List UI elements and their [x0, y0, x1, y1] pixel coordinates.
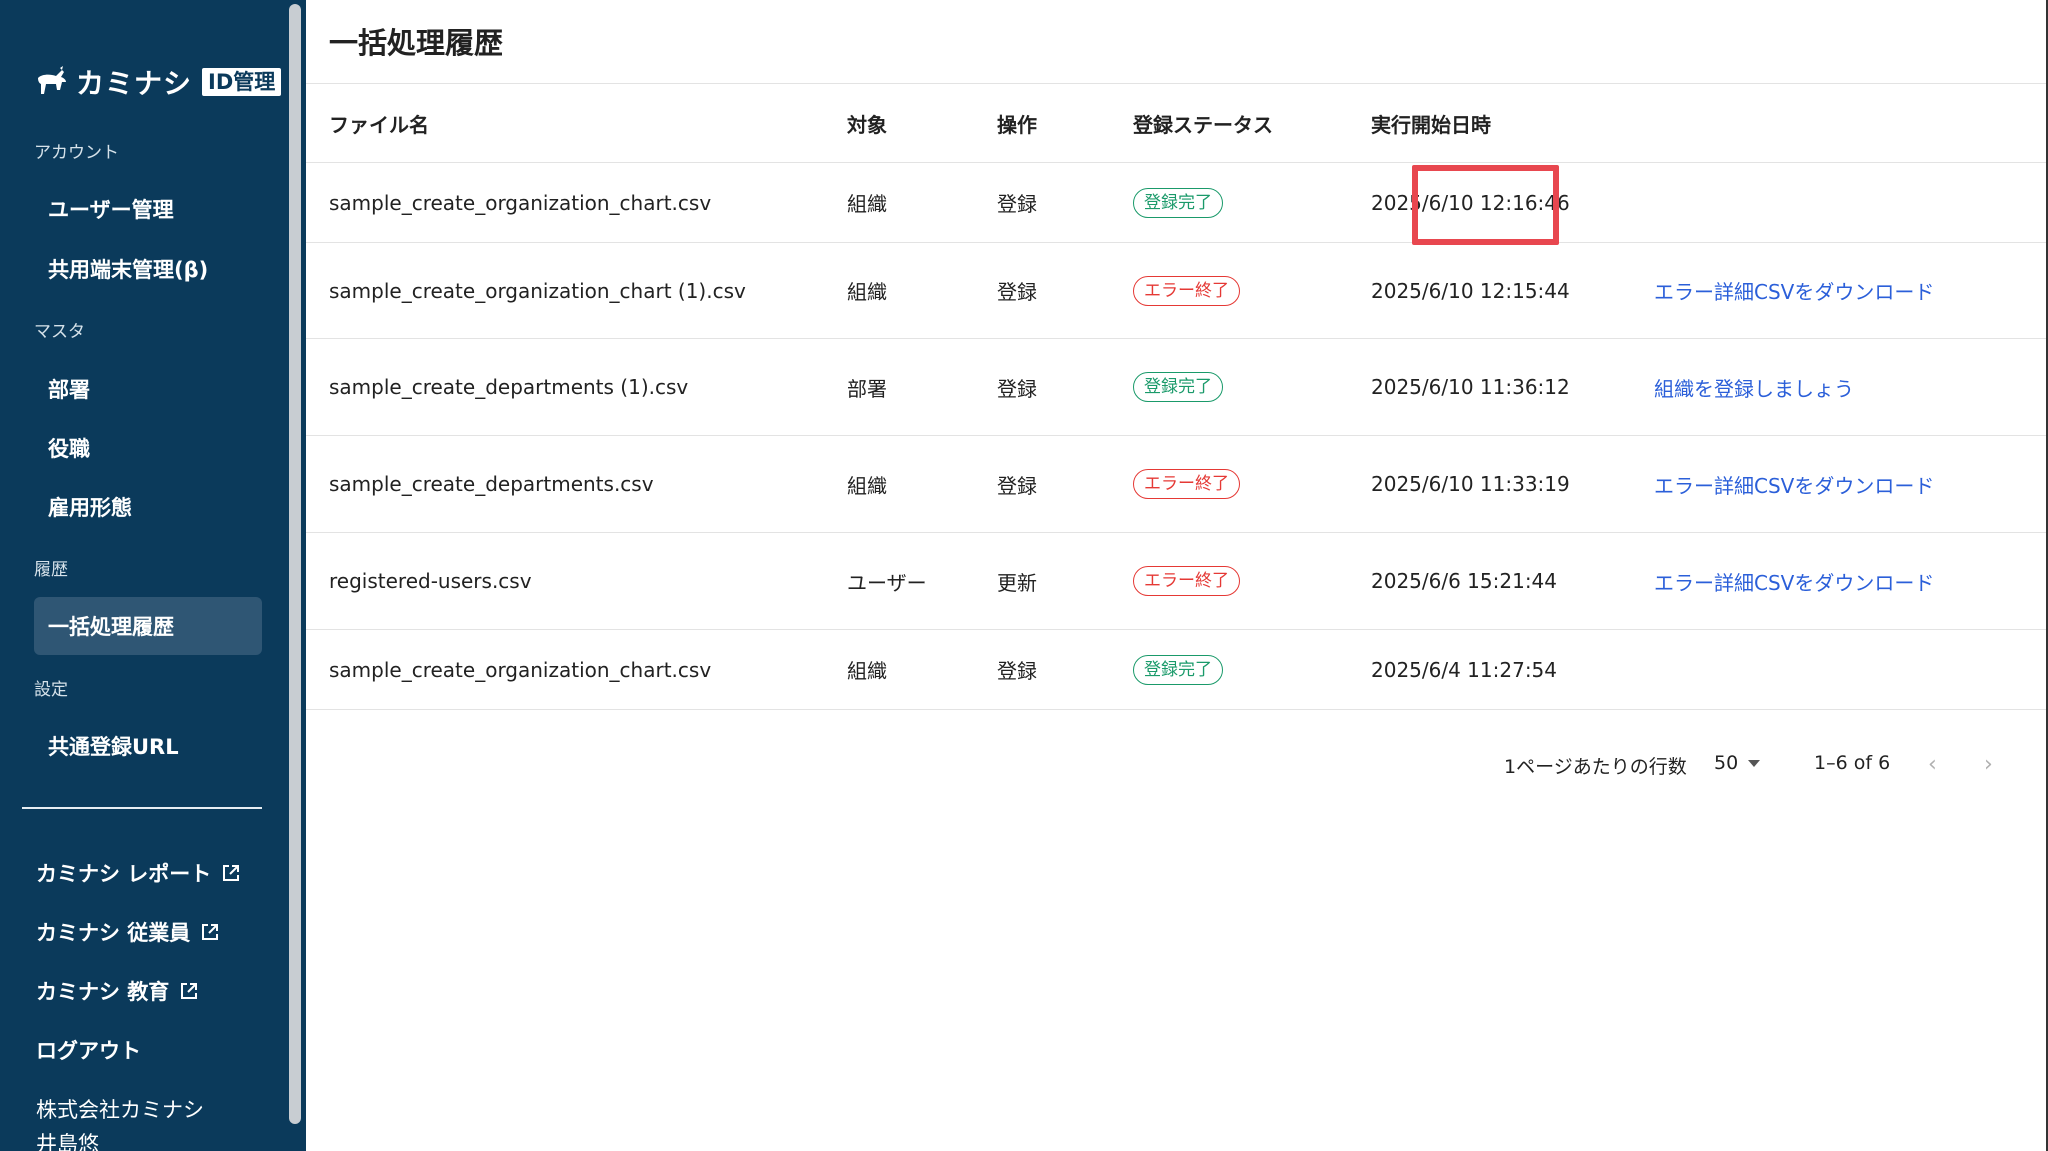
- cell-start-date: 2025/6/6 15:21:44: [1371, 569, 1558, 593]
- section-label-master: マスタ: [34, 322, 85, 342]
- sidebar-item-common-registration-url[interactable]: 共通登録URL: [34, 717, 262, 775]
- cell-file-name: sample_create_organization_chart.csv: [329, 657, 712, 682]
- table-row: sample_create_organization_chart.csv 組織 …: [306, 630, 2046, 710]
- section-label-settings: 設定: [34, 680, 68, 700]
- history-table: ファイル名 対象 操作 登録ステータス 実行開始日時 sample_create…: [306, 84, 2046, 710]
- cell-status: 登録完了: [1133, 163, 1223, 242]
- cell-start-date: 2025/6/10 11:33:19: [1371, 472, 1570, 496]
- cell-operation: 登録: [997, 280, 1037, 304]
- header-operation: 操作: [997, 113, 1037, 137]
- cell-start-date: 2025/6/4 11:27:54: [1371, 657, 1558, 682]
- external-link-label: カミナシ 従業員: [36, 921, 191, 945]
- sidebar-item-user-management[interactable]: ユーザー管理: [34, 180, 262, 238]
- cell-action: エラー詳細CSVをダウンロード: [1654, 436, 1934, 532]
- cell-operation: 登録: [997, 376, 1037, 401]
- logo[interactable]: カミナシ ID管理: [34, 62, 282, 102]
- cell-operation: 更新: [997, 570, 1037, 595]
- logo-text: カミナシ: [76, 67, 193, 100]
- cell-action: 組織を登録しましょう: [1654, 339, 1854, 435]
- status-badge: 登録完了: [1133, 372, 1223, 402]
- page-title: 一括処理履歴: [329, 26, 504, 60]
- app-window: カミナシ ID管理 アカウント ユーザー管理 共用端末管理(β) マスタ 部署 …: [0, 0, 2048, 1151]
- table-row: sample_create_organization_chart.csv 組織 …: [306, 163, 2046, 243]
- external-link-report[interactable]: カミナシ レポート: [36, 853, 241, 893]
- logo-badge: ID管理: [202, 68, 282, 96]
- goat-logo-icon: [38, 66, 66, 94]
- cell-start-date: 2025/6/10 12:15:44: [1371, 278, 1570, 303]
- external-link-education[interactable]: カミナシ 教育: [36, 971, 199, 1011]
- table-header-row: ファイル名 対象 操作 登録ステータス 実行開始日時: [306, 84, 2046, 163]
- table-row: sample_create_organization_chart (1).csv…: [306, 243, 2046, 339]
- status-badge: エラー終了: [1133, 469, 1240, 499]
- cell-file-name: sample_create_organization_chart.csv: [329, 190, 712, 215]
- cell-file-name: sample_create_departments.csv: [329, 472, 654, 496]
- sidebar-item-employment-types[interactable]: 雇用形態: [34, 478, 262, 536]
- sidebar-scrollbar-thumb[interactable]: [289, 4, 301, 1124]
- download-error-csv-link[interactable]: エラー詳細CSVをダウンロード: [1654, 470, 1934, 499]
- section-label-history: 履歴: [34, 560, 68, 580]
- section-label-account: アカウント: [34, 143, 119, 163]
- header-status: 登録ステータス: [1133, 113, 1273, 137]
- company-name: 株式会社カミナシ: [36, 1098, 204, 1122]
- logout-label: ログアウト: [36, 1039, 141, 1063]
- rows-per-page-value: 50: [1714, 752, 1739, 774]
- pagination-range: 1–6 of 6: [1814, 752, 1891, 774]
- previous-page-icon[interactable]: ‹: [1928, 752, 1937, 777]
- cell-file-name: sample_create_organization_chart (1).csv: [329, 278, 746, 303]
- highlight-box: [1412, 165, 1559, 245]
- cell-target: 組織: [847, 659, 887, 683]
- table-row: sample_create_departments (1).csv 部署 登録 …: [306, 339, 2046, 436]
- table-row: sample_create_departments.csv 組織 登録 エラー終…: [306, 436, 2046, 533]
- status-badge: 登録完了: [1133, 654, 1223, 685]
- cell-status: エラー終了: [1133, 533, 1240, 629]
- cell-status: 登録完了: [1133, 630, 1223, 709]
- sidebar-divider: [22, 807, 262, 809]
- cell-action: エラー詳細CSVをダウンロード: [1654, 533, 1934, 629]
- external-link-label: カミナシ レポート: [36, 862, 212, 886]
- cell-status: エラー終了: [1133, 243, 1240, 338]
- sidebar-item-bulk-history[interactable]: 一括処理履歴: [34, 597, 262, 655]
- cell-target: 組織: [847, 280, 887, 304]
- external-link-icon: [202, 924, 219, 940]
- cell-target: 部署: [847, 376, 887, 401]
- cell-status: エラー終了: [1133, 436, 1240, 532]
- sidebar-item-positions[interactable]: 役職: [34, 419, 262, 477]
- header-start-date: 実行開始日時: [1371, 113, 1491, 137]
- cell-operation: 登録: [997, 473, 1037, 498]
- register-organization-link[interactable]: 組織を登録しましょう: [1654, 373, 1854, 402]
- company-info: 株式会社カミナシ 井島悠: [36, 1093, 204, 1151]
- cell-status: 登録完了: [1133, 339, 1223, 435]
- chevron-down-icon: [1748, 759, 1761, 767]
- cell-action: エラー詳細CSVをダウンロード: [1654, 243, 1934, 338]
- cell-target: 組織: [847, 192, 887, 216]
- sidebar: カミナシ ID管理 アカウント ユーザー管理 共用端末管理(β) マスタ 部署 …: [0, 0, 286, 1151]
- status-badge: 登録完了: [1133, 187, 1223, 218]
- header-target: 対象: [847, 113, 887, 137]
- download-error-csv-link[interactable]: エラー詳細CSVをダウンロード: [1654, 276, 1934, 305]
- next-page-icon[interactable]: ›: [1984, 752, 1993, 777]
- cell-operation: 登録: [997, 192, 1037, 216]
- cell-operation: 登録: [997, 659, 1037, 683]
- cell-target: ユーザー: [847, 570, 927, 595]
- cell-target: 組織: [847, 473, 887, 498]
- external-link-label: カミナシ 教育: [36, 980, 170, 1004]
- rows-per-page-label: 1ページあたりの行数: [1504, 756, 1687, 778]
- rows-per-page-select[interactable]: 50: [1714, 752, 1761, 774]
- cell-file-name: sample_create_departments (1).csv: [329, 375, 689, 399]
- header-file-name: ファイル名: [329, 113, 429, 137]
- sidebar-item-shared-devices[interactable]: 共用端末管理(β): [34, 240, 262, 298]
- sidebar-item-departments[interactable]: 部署: [34, 360, 262, 418]
- cell-file-name: registered-users.csv: [329, 569, 532, 593]
- external-link-icon: [181, 983, 198, 999]
- table-row: registered-users.csv ユーザー 更新 エラー終了 2025/…: [306, 533, 2046, 630]
- status-badge: エラー終了: [1133, 275, 1240, 306]
- cell-start-date: 2025/6/10 11:36:12: [1371, 375, 1570, 399]
- external-link-icon: [223, 865, 240, 881]
- user-name: 井島悠: [36, 1132, 99, 1151]
- status-badge: エラー終了: [1133, 566, 1240, 596]
- main-content: 一括処理履歴 ファイル名 対象 操作 登録ステータス 実行開始日時 sample…: [306, 0, 2048, 1151]
- download-error-csv-link[interactable]: エラー詳細CSVをダウンロード: [1654, 567, 1934, 596]
- logout-link[interactable]: ログアウト: [36, 1030, 141, 1070]
- external-link-employees[interactable]: カミナシ 従業員: [36, 912, 220, 952]
